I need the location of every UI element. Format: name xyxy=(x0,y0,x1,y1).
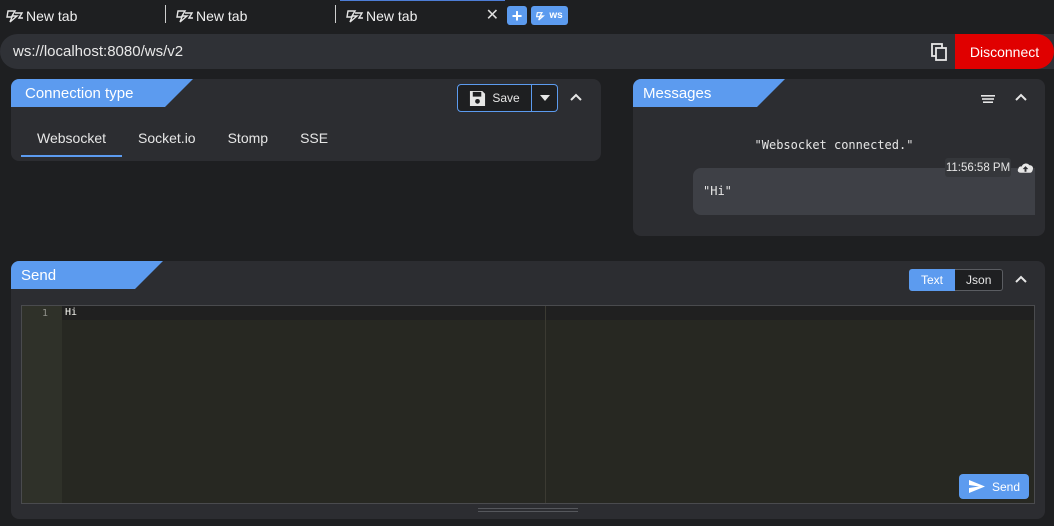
save-label: Save xyxy=(492,91,520,105)
tab-socketio[interactable]: Socket.io xyxy=(122,119,212,157)
send-title: Send xyxy=(11,261,163,289)
connection-panel: Connection type Save Websocket Socket.io xyxy=(11,79,601,161)
connection-type-tabs: Websocket Socket.io Stomp SSE xyxy=(21,119,344,157)
line-number: 1 xyxy=(41,308,48,319)
send-panel: Send Text Json 1 Hi Send xyxy=(11,261,1045,519)
disconnect-button[interactable]: Disconnect xyxy=(955,34,1054,69)
active-line-highlight xyxy=(62,306,1034,320)
tab-label: New tab xyxy=(196,7,248,24)
send-button[interactable]: Send xyxy=(959,474,1029,499)
url-bar: ws://localhost:8080/ws/v2 Disconnect xyxy=(0,34,1054,69)
editor-gutter: 1 xyxy=(22,306,62,503)
tab-label: New tab xyxy=(366,8,418,24)
resize-handle[interactable] xyxy=(478,508,578,512)
chevron-up-icon[interactable] xyxy=(568,90,584,106)
message-text: "Hi" xyxy=(703,184,732,198)
format-text-button[interactable]: Text xyxy=(909,269,956,291)
upload-cloud-icon xyxy=(1017,163,1034,173)
system-message: "Websocket connected." xyxy=(754,138,914,152)
send-icon xyxy=(968,480,985,493)
send-label: Send xyxy=(991,479,1021,494)
save-dropdown-button[interactable] xyxy=(532,84,558,112)
add-tab-button[interactable]: + xyxy=(507,6,527,25)
tab-2[interactable]: New tab xyxy=(170,0,335,31)
caret-down-icon xyxy=(539,95,550,101)
tab-bar: New tab New tab New tab ✕ + ws xyxy=(0,0,1054,31)
save-group: Save xyxy=(457,84,558,112)
app-logo-icon xyxy=(346,10,364,23)
ws-badge-label: ws xyxy=(549,10,563,21)
tab-sse[interactable]: SSE xyxy=(284,119,344,157)
ws-badge[interactable]: ws xyxy=(531,6,568,25)
app-logo-icon xyxy=(6,9,24,23)
messages-title: Messages xyxy=(633,79,785,107)
connection-title: Connection type xyxy=(11,79,193,107)
message-editor[interactable]: 1 Hi xyxy=(21,305,1035,504)
tab-1[interactable]: New tab xyxy=(0,0,165,31)
tab-websocket[interactable]: Websocket xyxy=(21,119,122,157)
url-input[interactable]: ws://localhost:8080/ws/v2 xyxy=(13,43,183,60)
clear-messages-icon[interactable] xyxy=(980,93,996,105)
close-tab-icon[interactable]: ✕ xyxy=(486,7,499,25)
tab-label: New tab xyxy=(26,7,78,24)
tab-stomp[interactable]: Stomp xyxy=(212,119,284,157)
copy-icon[interactable] xyxy=(929,42,949,62)
messages-panel: Messages "Websocket connected." "Hi" 11:… xyxy=(633,79,1045,236)
save-icon xyxy=(470,90,486,106)
save-button[interactable]: Save xyxy=(457,84,532,112)
chevron-up-icon[interactable] xyxy=(1013,272,1029,288)
format-toggle: Text Json xyxy=(909,269,1004,291)
chevron-up-icon[interactable] xyxy=(1013,90,1029,106)
tab-separator xyxy=(335,5,336,23)
app-root: New tab New tab New tab ✕ + ws ws://loca… xyxy=(0,0,1054,526)
tab-separator xyxy=(165,5,166,23)
format-json-button[interactable]: Json xyxy=(955,269,1004,291)
app-logo-icon xyxy=(536,11,546,20)
print-margin xyxy=(545,306,546,503)
message-timestamp: 11:56:58 PM xyxy=(945,158,1011,177)
app-logo-icon xyxy=(176,9,194,23)
editor-content[interactable]: Hi xyxy=(65,307,77,318)
tab-3[interactable]: New tab ✕ xyxy=(340,0,505,31)
